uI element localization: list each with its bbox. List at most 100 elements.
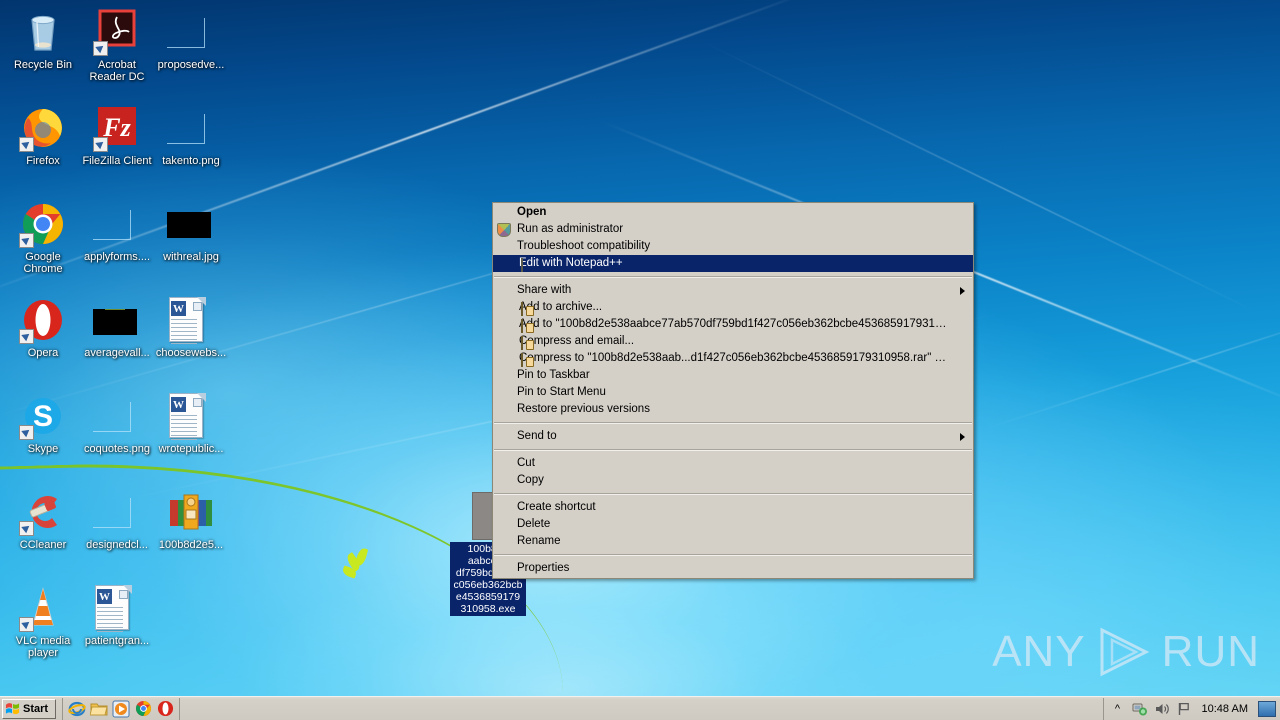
- menu-item-delete[interactable]: Delete: [493, 516, 973, 533]
- menu-separator: [494, 493, 972, 495]
- desktop-icon-label: designedcl...: [86, 539, 148, 551]
- menu-item-add-to-archive[interactable]: Add to archive...: [493, 299, 973, 316]
- thumb-blank-icon: [167, 104, 215, 152]
- tray-overflow-chevron-icon[interactable]: ^: [1110, 701, 1126, 717]
- menu-item-label: Send to: [517, 430, 557, 442]
- selected-file-label-line: e4536859179: [455, 591, 521, 603]
- notepadpp-icon: [521, 258, 523, 272]
- desktop-icon-coquotes-png[interactable]: coquotes.png: [80, 392, 154, 455]
- anyrun-watermark: ANY RUN: [992, 626, 1260, 678]
- desktop-icon-label: applyforms....: [83, 251, 151, 263]
- chrome-icon: [19, 200, 67, 248]
- network-icon[interactable]: [1132, 701, 1148, 717]
- word-doc-icon: W: [167, 296, 215, 344]
- desktop-icon-choosewebs[interactable]: W choosewebs...: [154, 296, 228, 359]
- watermark-text-right: RUN: [1161, 627, 1260, 676]
- opera-icon[interactable]: [155, 699, 175, 719]
- menu-item-label: Restore previous versions: [517, 403, 650, 415]
- internet-explorer-icon[interactable]: [67, 699, 87, 719]
- menu-item-edit-with-notepad[interactable]: Edit with Notepad++: [493, 255, 973, 272]
- desktop-icon-averagevall[interactable]: averagevall...: [80, 296, 154, 359]
- desktop-icon-proposedve[interactable]: proposedve...: [154, 8, 228, 71]
- menu-item-share-with[interactable]: Share with: [493, 282, 973, 299]
- desktop-icon-firefox[interactable]: Firefox: [6, 104, 80, 167]
- action-center-flag-icon[interactable]: [1176, 701, 1192, 717]
- winrar-icon: [521, 302, 523, 316]
- quick-launch-bar[interactable]: [62, 697, 180, 720]
- desktop-icon-label: CCleaner: [19, 539, 67, 551]
- clock[interactable]: 10:48 AM: [1198, 703, 1252, 715]
- ccleaner-icon: [19, 488, 67, 536]
- menu-item-rename[interactable]: Rename: [493, 533, 973, 550]
- desktop-icon-wrotepublic[interactable]: W wrotepublic...: [154, 392, 228, 455]
- menu-item-restore-previous-versions[interactable]: Restore previous versions: [493, 401, 973, 418]
- desktop-icon-acrobat-reader-dc[interactable]: Acrobat Reader DC: [80, 8, 154, 83]
- menu-item-compress-to-100b8d2e538aab-d1f427c056eb3[interactable]: Compress to "100b8d2e538aab...d1f427c056…: [493, 350, 973, 367]
- menu-item-troubleshoot-compatibility[interactable]: Troubleshoot compatibility: [493, 238, 973, 255]
- desktop-icon-filezilla-client[interactable]: Fz FileZilla Client: [80, 104, 154, 167]
- menu-item-label: Delete: [517, 518, 551, 530]
- filezilla-icon: Fz: [93, 104, 141, 152]
- winrar-icon: [521, 353, 523, 367]
- shortcut-overlay-icon: [93, 137, 108, 152]
- desktop-icon-100b8d2e5[interactable]: 100b8d2e5...: [154, 488, 228, 551]
- menu-item-pin-to-taskbar[interactable]: Pin to Taskbar: [493, 367, 973, 384]
- desktop-icon-recycle-bin[interactable]: Recycle Bin: [6, 8, 80, 71]
- shortcut-overlay-icon: [19, 617, 34, 632]
- menu-item-compress-and-email[interactable]: Compress and email...: [493, 333, 973, 350]
- menu-item-add-to-100b8d2e538aabce77ab570df759bd1f4[interactable]: Add to "100b8d2e538aabce77ab570df759bd1f…: [493, 316, 973, 333]
- start-button[interactable]: Start: [2, 698, 56, 719]
- desktop-icon-label: 100b8d2e5...: [158, 539, 224, 551]
- desktop-icon-designedcl[interactable]: designedcl...: [80, 488, 154, 551]
- menu-item-pin-to-start-menu[interactable]: Pin to Start Menu: [493, 384, 973, 401]
- system-tray[interactable]: ^ 10:48 AM: [1102, 697, 1280, 720]
- desktop-icon-label: FileZilla Client: [82, 155, 152, 167]
- menu-separator: [494, 449, 972, 451]
- desktop-icon-takento-png[interactable]: takento.png: [154, 104, 228, 167]
- desktop-icon-google-chrome[interactable]: Google Chrome: [6, 200, 80, 275]
- menu-item-create-shortcut[interactable]: Create shortcut: [493, 499, 973, 516]
- menu-separator: [494, 276, 972, 278]
- menu-separator: [494, 554, 972, 556]
- thumb-blank-icon: [93, 392, 141, 440]
- google-chrome-icon[interactable]: [133, 699, 153, 719]
- menu-item-label: Copy: [517, 474, 544, 486]
- desktop-icon-withreal-jpg[interactable]: withreal.jpg: [154, 200, 228, 263]
- opera-icon: [19, 296, 67, 344]
- windows-explorer-icon[interactable]: [89, 699, 109, 719]
- desktop-icon-skype[interactable]: S Skype: [6, 392, 80, 455]
- svg-text:S: S: [33, 400, 53, 433]
- menu-item-properties[interactable]: Properties: [493, 560, 973, 577]
- shortcut-overlay-icon: [19, 425, 34, 440]
- volume-icon[interactable]: [1154, 701, 1170, 717]
- watermark-text-left: ANY: [992, 627, 1086, 676]
- desktop-icon-applyforms[interactable]: applyforms....: [80, 200, 154, 263]
- file-context-menu[interactable]: Open Run as administrator Troubleshoot com…: [492, 202, 974, 579]
- shield-icon: [497, 223, 511, 237]
- desktop-icon-vlc-media-player[interactable]: VLC media player: [6, 584, 80, 659]
- start-button-label: Start: [23, 702, 49, 715]
- winrar-archive-icon: [167, 488, 215, 536]
- shortcut-overlay-icon: [19, 521, 34, 536]
- firefox-icon: [19, 104, 67, 152]
- recycle-bin-icon: [19, 8, 67, 56]
- menu-item-label: Rename: [517, 535, 561, 547]
- desktop-icon-ccleaner[interactable]: CCleaner: [6, 488, 80, 551]
- desktop-icon-label: Acrobat Reader DC: [89, 59, 145, 83]
- word-doc-icon: W: [167, 392, 215, 440]
- menu-item-label: Edit with Notepad++: [519, 257, 623, 269]
- taskbar[interactable]: Start ^ 10:48 AM: [0, 696, 1280, 720]
- menu-item-label: Cut: [517, 457, 535, 469]
- submenu-arrow-icon: [960, 287, 965, 295]
- menu-item-copy[interactable]: Copy: [493, 472, 973, 489]
- menu-item-open[interactable]: Open: [493, 204, 973, 221]
- menu-item-send-to[interactable]: Send to: [493, 428, 973, 445]
- menu-item-label: Compress to "100b8d2e538aab...d1f427c056…: [519, 352, 973, 364]
- menu-item-cut[interactable]: Cut: [493, 455, 973, 472]
- desktop-icon-opera[interactable]: Opera: [6, 296, 80, 359]
- windows-media-player-icon[interactable]: [111, 699, 131, 719]
- desktop-icon-label: Opera: [27, 347, 59, 359]
- show-desktop-button[interactable]: [1258, 700, 1276, 717]
- desktop-icon-patientgran[interactable]: W patientgran...: [80, 584, 154, 647]
- menu-item-run-as-administrator[interactable]: Run as administrator: [493, 221, 973, 238]
